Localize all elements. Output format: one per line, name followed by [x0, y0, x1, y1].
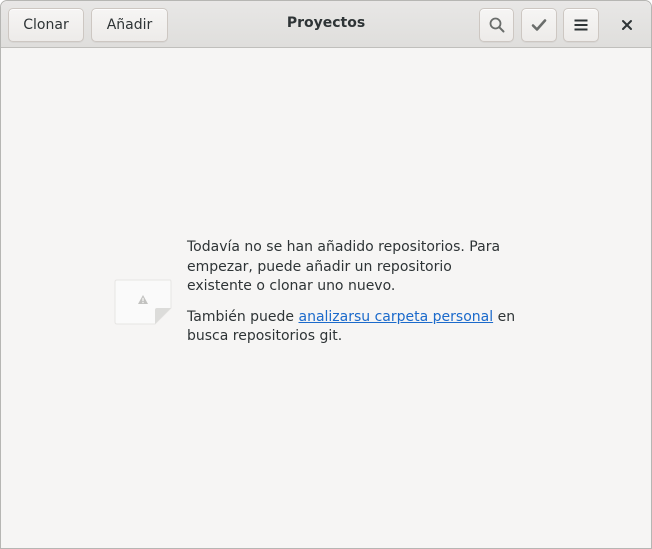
add-button-label: Añadir — [106, 17, 153, 33]
scan-home-folder-link[interactable]: analizarsu carpeta personal — [299, 309, 494, 325]
clone-button-label: Clonar — [23, 17, 69, 33]
app-window: Clonar Añadir Proyectos Todavía no se ha… — [0, 0, 652, 549]
selection-mode-button[interactable] — [521, 8, 557, 42]
document-warning-icon — [114, 279, 172, 325]
close-icon — [622, 20, 632, 30]
empty-state-area: Todavía no se han añadido repositorios. … — [1, 49, 651, 548]
search-button[interactable] — [479, 8, 514, 42]
no-repositories-text: Todavía no se han añadido repositorios. … — [187, 239, 501, 294]
clone-button[interactable]: Clonar — [8, 8, 84, 42]
header-bar: Clonar Añadir Proyectos — [1, 1, 651, 48]
close-window-button[interactable] — [613, 11, 641, 39]
add-button[interactable]: Añadir — [91, 8, 168, 42]
scan-hint-prefix: También puede — [187, 308, 299, 325]
empty-state-message: Todavía no se han añadido repositorios. … — [187, 238, 517, 347]
search-icon — [489, 17, 504, 33]
scan-hint-text: También puede analizarsu carpeta persona… — [187, 308, 517, 347]
checkmark-icon — [531, 19, 547, 31]
main-menu-button[interactable] — [563, 8, 599, 42]
hamburger-menu-icon — [574, 19, 588, 31]
